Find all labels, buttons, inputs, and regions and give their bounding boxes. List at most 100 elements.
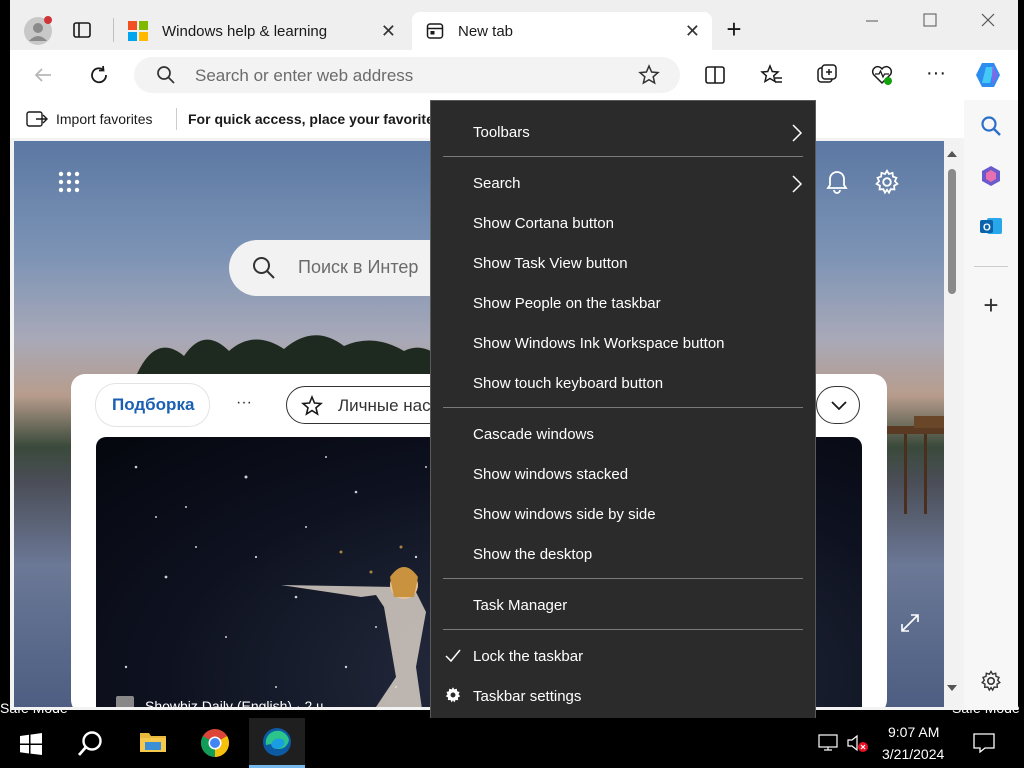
chrome-icon	[201, 729, 229, 757]
page-settings-gear-icon[interactable]	[874, 169, 900, 195]
navigation-toolbar: Search or enter web address ···	[10, 50, 1018, 100]
copilot-365-icon[interactable]	[979, 164, 1003, 188]
clock-date[interactable]: 3/21/2024	[882, 746, 944, 762]
volume-muted-icon[interactable]	[846, 734, 870, 754]
new-tab-page-icon	[426, 22, 444, 40]
taskbar-edge[interactable]	[249, 718, 305, 768]
add-sidebar-app-button[interactable]: +	[980, 292, 1002, 318]
favorites-hint: For quick access, place your favorite	[188, 111, 434, 127]
maximize-button[interactable]	[918, 10, 942, 30]
search-icon	[251, 255, 277, 281]
feed-tab-active[interactable]: Подборка	[96, 384, 209, 426]
menu-item-task-manager[interactable]: Task Manager	[473, 597, 567, 614]
chevron-right-icon	[792, 175, 803, 193]
menu-separator	[443, 629, 803, 630]
notification-dot-icon	[44, 16, 52, 24]
taskbar-search-button[interactable]	[62, 718, 118, 768]
browser-essentials-icon[interactable]	[870, 63, 894, 87]
outlook-icon[interactable]: O	[979, 214, 1003, 238]
settings-more-button[interactable]: ···	[924, 63, 948, 86]
tab-bar: Windows help & learning ✕ New tab ✕ +	[10, 0, 1018, 50]
page-scrollbar[interactable]	[944, 141, 960, 707]
address-placeholder: Search or enter web address	[195, 66, 414, 85]
tab-windows-help[interactable]: Windows help & learning ✕	[116, 12, 408, 50]
tab-label: New tab	[458, 23, 514, 40]
menu-item-lock-taskbar[interactable]: Lock the taskbar	[473, 648, 583, 665]
menu-item-cascade-windows[interactable]: Cascade windows	[473, 426, 594, 443]
menu-separator	[443, 156, 803, 157]
sidebar-search-icon[interactable]	[979, 114, 1003, 138]
new-tab-button[interactable]: +	[722, 16, 746, 42]
menu-item-toolbars[interactable]: Toolbars	[473, 124, 530, 141]
checkmark-icon	[445, 649, 461, 663]
copilot-icon[interactable]	[974, 61, 1004, 89]
svg-text:O: O	[983, 223, 991, 234]
taskbar-file-explorer[interactable]	[125, 718, 181, 768]
edge-icon	[263, 728, 291, 756]
windows-start-icon	[20, 733, 42, 755]
tab-new-tab[interactable]: New tab ✕	[412, 12, 712, 50]
close-tab-icon[interactable]: ✕	[381, 21, 396, 42]
search-icon	[77, 731, 102, 756]
favorites-divider	[176, 108, 177, 130]
tab-divider	[113, 18, 114, 42]
scrollbar-thumb[interactable]	[948, 169, 956, 294]
back-button[interactable]	[32, 64, 54, 86]
notifications-bell-icon[interactable]	[824, 169, 850, 195]
menu-item-show-cortana[interactable]: Show Cortana button	[473, 215, 614, 232]
sidebar-divider	[974, 266, 1008, 267]
scroll-down-arrow-icon[interactable]	[947, 685, 957, 693]
profile-avatar[interactable]	[24, 16, 52, 45]
windows-taskbar: 9:07 AM 3/21/2024	[0, 718, 1024, 768]
collections-icon[interactable]	[815, 63, 839, 87]
address-bar[interactable]: Search or enter web address	[134, 57, 680, 93]
minimize-button[interactable]	[860, 10, 884, 30]
menu-item-taskbar-settings[interactable]: Taskbar settings	[473, 688, 581, 705]
microsoft-logo-icon	[128, 21, 148, 41]
menu-item-windows-stacked[interactable]: Show windows stacked	[473, 466, 628, 483]
menu-item-show-touch-keyboard[interactable]: Show touch keyboard button	[473, 375, 663, 392]
feed-more-button[interactable]: ···	[236, 394, 252, 412]
menu-item-show-task-view[interactable]: Show Task View button	[473, 255, 628, 272]
menu-item-show-desktop[interactable]: Show the desktop	[473, 546, 592, 563]
apps-grid-icon[interactable]	[57, 170, 81, 194]
action-center-icon[interactable]	[973, 733, 995, 753]
sparkle-star-icon	[301, 394, 323, 417]
refresh-button[interactable]	[88, 64, 110, 86]
network-icon[interactable]	[818, 734, 840, 752]
taskbar-chrome[interactable]	[187, 718, 243, 768]
import-favorites-link[interactable]: Import favorites	[56, 111, 152, 127]
start-button[interactable]	[2, 718, 58, 768]
file-explorer-icon	[140, 733, 166, 752]
add-favorite-star-icon[interactable]	[638, 64, 660, 86]
menu-separator	[443, 407, 803, 408]
close-window-button[interactable]	[976, 10, 1000, 30]
tab-label: Windows help & learning	[162, 23, 328, 40]
card-source-label: Showbiz Daily (English) · 2 ч	[145, 698, 324, 707]
menu-item-search[interactable]: Search	[473, 175, 521, 192]
import-favorites-icon	[26, 109, 48, 129]
feed-expand-dropdown[interactable]	[816, 386, 860, 424]
favorites-icon[interactable]	[760, 63, 784, 87]
feed-tab-label: Подборка	[112, 395, 195, 414]
scroll-up-arrow-icon[interactable]	[947, 149, 957, 157]
clock-time[interactable]: 9:07 AM	[888, 724, 939, 740]
chevron-down-icon	[831, 401, 847, 411]
tab-actions-icon[interactable]	[72, 20, 92, 40]
sidebar-settings-gear-icon[interactable]	[980, 670, 1002, 692]
edge-sidebar: O +	[964, 100, 1018, 710]
expand-arrows-icon[interactable]	[899, 612, 921, 634]
web-search-placeholder: Поиск в Интер	[298, 257, 419, 277]
feed-personal-label: Личные нас	[338, 396, 431, 415]
close-tab-icon[interactable]: ✕	[685, 21, 700, 42]
taskbar-context-menu: Toolbars Search Show Cortana button Show…	[430, 100, 816, 726]
menu-separator	[443, 578, 803, 579]
menu-item-show-ink-workspace[interactable]: Show Windows Ink Workspace button	[473, 335, 725, 352]
chevron-right-icon	[792, 124, 803, 142]
search-icon	[156, 65, 176, 85]
menu-item-show-people[interactable]: Show People on the taskbar	[473, 295, 661, 312]
gear-icon	[445, 687, 461, 703]
source-logo-icon	[116, 696, 134, 707]
split-screen-icon[interactable]	[704, 64, 726, 86]
menu-item-side-by-side[interactable]: Show windows side by side	[473, 506, 656, 523]
